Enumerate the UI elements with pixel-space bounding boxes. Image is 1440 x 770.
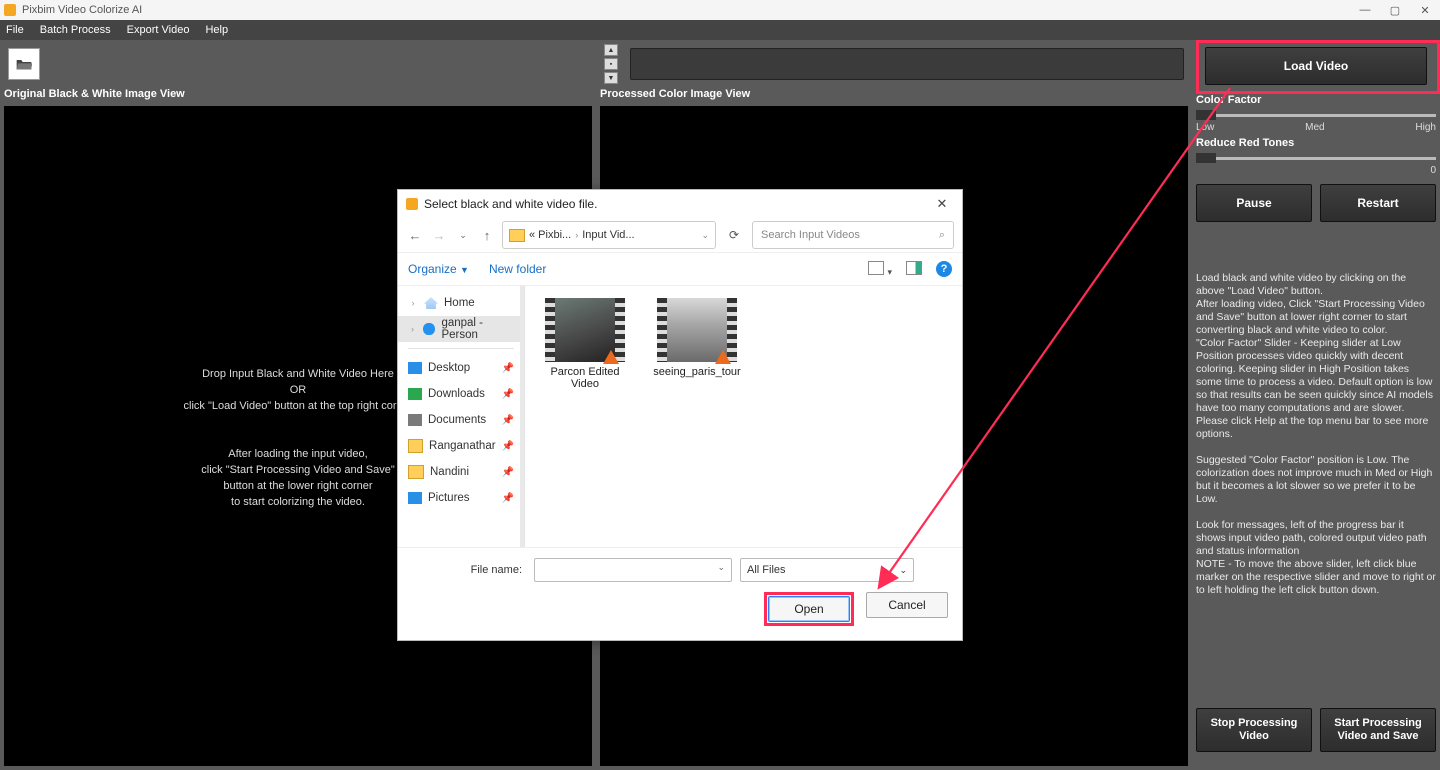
file-list[interactable]: Parcon Edited Video seeing_paris_tour (525, 286, 962, 547)
vlc-cone-icon (715, 350, 731, 364)
video-thumb-icon (657, 298, 737, 362)
new-folder-button[interactable]: New folder (489, 262, 546, 276)
open-file-button[interactable] (8, 48, 40, 80)
nav-folder2[interactable]: Nandini📌 (398, 459, 524, 485)
open-button[interactable]: Open (768, 596, 850, 622)
folder-icon (408, 465, 424, 479)
folder-icon (408, 439, 423, 453)
nav-back-button[interactable]: ← (406, 228, 424, 243)
file-type-select[interactable]: All Files⌄ (740, 558, 914, 582)
reduce-red-slider[interactable] (1196, 151, 1436, 165)
pin-icon: 📌 (502, 415, 514, 426)
desktop-icon (408, 362, 422, 374)
pin-icon: 📌 (502, 467, 514, 478)
chevron-right-icon: › (408, 298, 418, 308)
load-video-button[interactable]: Load Video (1205, 47, 1427, 85)
restart-button[interactable]: Restart (1320, 184, 1436, 222)
window-titlebar: Pixbim Video Colorize AI — ▢ ✕ (0, 0, 1440, 20)
input-path-display (46, 48, 598, 80)
view-mode-button[interactable]: ▾ (868, 261, 892, 278)
dialog-logo-icon (406, 198, 418, 210)
search-icon: ⌕ (939, 229, 945, 242)
chevron-down-icon[interactable]: ⌄ (717, 562, 725, 573)
menu-export[interactable]: Export Video (127, 24, 190, 36)
chevron-right-icon: › (408, 324, 417, 334)
chevron-down-icon: ⌄ (899, 565, 907, 576)
processed-view-label: Processed Color Image View (596, 88, 1192, 106)
pin-icon: 📌 (502, 363, 514, 374)
side-panel: Load Video Color Factor LowMedHigh Reduc… (1192, 40, 1440, 770)
search-placeholder: Search Input Videos (761, 229, 860, 241)
organize-menu[interactable]: Organize ▼ (408, 262, 469, 276)
nav-forward-button[interactable]: → (430, 228, 448, 243)
color-factor-label: Color Factor (1196, 94, 1436, 106)
document-icon (408, 414, 422, 426)
info-text: Load black and white video by clicking o… (1196, 272, 1436, 597)
close-window-button[interactable]: ✕ (1410, 0, 1440, 20)
file-name-input[interactable]: ⌄ (534, 558, 732, 582)
address-bar[interactable]: « Pixbi... › Input Vid... ⌄ (502, 221, 716, 249)
nav-home[interactable]: ›Home (398, 290, 524, 316)
app-logo-icon (4, 4, 16, 16)
help-icon[interactable]: ? (936, 261, 952, 277)
nav-documents[interactable]: Documents📌 (398, 407, 524, 433)
reduce-red-label: Reduce Red Tones (1196, 137, 1436, 149)
chevron-right-icon: › (575, 230, 578, 240)
vlc-cone-icon (603, 350, 619, 364)
window-title: Pixbim Video Colorize AI (22, 4, 142, 16)
chevron-down-icon: ▼ (460, 265, 469, 275)
download-icon (408, 388, 422, 400)
menu-batch[interactable]: Batch Process (40, 24, 111, 36)
dialog-nav-pane: ›Home ›ganpal - Person Desktop📌 Download… (398, 286, 525, 547)
dialog-title: Select black and white video file. (424, 197, 930, 211)
chevron-down-icon[interactable]: ⌄ (701, 230, 709, 241)
dialog-close-button[interactable]: ✕ (930, 196, 954, 212)
file-name-label: File name: (412, 564, 526, 576)
file-open-dialog: Select black and white video file. ✕ ← →… (397, 189, 963, 641)
start-processing-button[interactable]: Start Processing Video and Save (1320, 708, 1436, 752)
menu-help[interactable]: Help (205, 24, 228, 36)
minimize-button[interactable]: — (1350, 0, 1380, 20)
file-item[interactable]: seeing_paris_tour (653, 298, 741, 378)
pin-icon: 📌 (502, 389, 514, 400)
stop-processing-button[interactable]: Stop Processing Video (1196, 708, 1312, 752)
menu-file[interactable]: File (6, 24, 24, 36)
color-factor-slider[interactable] (1196, 108, 1436, 122)
folder-icon (509, 229, 525, 242)
nav-recent-button[interactable]: ⌄ (454, 230, 472, 241)
nav-up-button[interactable]: ↑ (478, 228, 496, 243)
frame-stepper[interactable]: ▲▪▼ (604, 44, 618, 84)
nav-folder1[interactable]: Ranganathar📌 (398, 433, 524, 459)
original-view-label: Original Black & White Image View (0, 88, 596, 106)
maximize-button[interactable]: ▢ (1380, 0, 1410, 20)
picture-icon (408, 492, 422, 504)
cancel-button[interactable]: Cancel (866, 592, 948, 618)
cloud-icon (423, 323, 436, 335)
video-thumb-icon (545, 298, 625, 362)
output-path-field[interactable] (630, 48, 1184, 80)
nav-pictures[interactable]: Pictures📌 (398, 485, 524, 511)
folder-open-icon (16, 57, 32, 71)
nav-desktop[interactable]: Desktop📌 (398, 355, 524, 381)
annotation-highlight-open: Open (764, 592, 854, 626)
home-icon (424, 297, 438, 309)
nav-personal[interactable]: ›ganpal - Person (398, 316, 524, 342)
file-item[interactable]: Parcon Edited Video (541, 298, 629, 390)
refresh-button[interactable]: ⟳ (722, 228, 746, 242)
nav-downloads[interactable]: Downloads📌 (398, 381, 524, 407)
menu-bar: File Batch Process Export Video Help (0, 20, 1440, 40)
search-input[interactable]: Search Input Videos ⌕ (752, 221, 954, 249)
pin-icon: 📌 (502, 441, 514, 452)
pause-button[interactable]: Pause (1196, 184, 1312, 222)
pin-icon: 📌 (502, 493, 514, 504)
preview-pane-button[interactable] (906, 261, 922, 278)
